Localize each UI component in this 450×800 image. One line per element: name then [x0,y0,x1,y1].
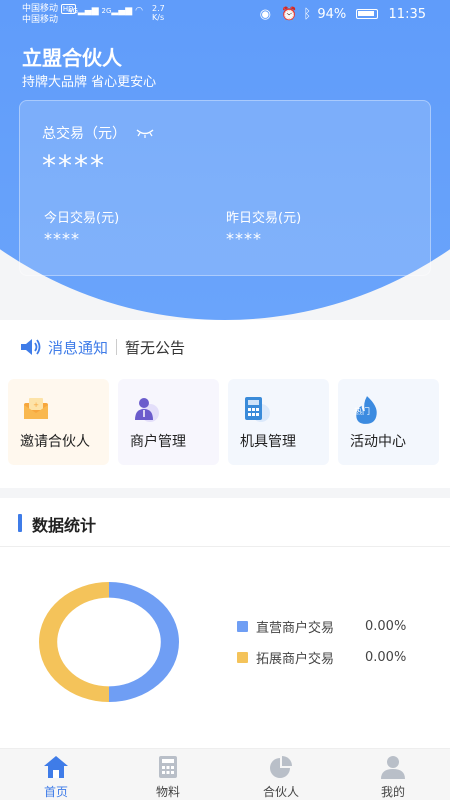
wifi-icon: ◠ [135,6,143,16]
net-speed: 2.7 K/s [152,4,165,22]
signal-icons: 4G▂▄▆ 2G▂▄▆ ◠ [68,6,143,16]
tab-partners[interactable]: 合伙人 [225,749,337,800]
legend-item-direct: 直营商户交易 0.00% [237,617,406,636]
section-title: 数据统计 [32,516,97,535]
total-label: 总交易（元） [42,126,126,142]
notice-label: 消息通知 [48,338,109,357]
eye-closed-icon[interactable] [136,127,154,141]
bottom-tab-bar: 首页 物料 合伙人 我的 [0,748,450,800]
tab-materials[interactable]: 物料 [112,749,224,800]
section-divider [0,546,450,547]
notice-bar[interactable]: 消息通知 暂无公告 [20,337,185,357]
tab-label-materials: 物料 [155,785,180,799]
invite-envelope-icon: + [24,398,48,419]
today-value: **** [44,229,80,248]
status-bar: 中国移动 HD 中国移动 4G▂▄▆ 2G▂▄▆ ◠ 2.7 K/s ◉ ⏰ ᛒ… [0,0,450,30]
tab-label-home: 首页 [43,785,68,799]
activity-center-button[interactable]: 热门 活动中心 [338,379,439,465]
total-label-row: 总交易（元） [42,123,154,143]
legend-swatch-expand [237,652,248,663]
alarm-icon: ⏰ [281,7,298,22]
donut-slice-1 [39,582,109,702]
quick-label-activity: 活动中心 [350,434,406,450]
yesterday-value: **** [226,229,262,248]
invite-partner-button[interactable]: + 邀请合伙人 [8,379,109,465]
app-subtitle: 持牌大品牌 省心更安心 [22,75,157,90]
today-label: 今日交易(元) [44,211,120,226]
pos-calculator-icon [245,397,270,422]
signal-icon-2: ▂▄▆ [111,6,133,16]
network-1: 4G [68,7,78,15]
svg-text:+: + [33,401,39,409]
network-2: 2G [101,7,112,15]
speed-value: 2.7 [152,4,165,13]
pie-chart-icon [270,756,292,778]
battery-percent: 94% [317,7,347,22]
quick-label-invite: 邀请合伙人 [20,434,90,450]
device-manage-button[interactable]: 机具管理 [228,379,329,465]
merchant-manage-button[interactable]: 商户管理 [118,379,219,465]
calculator-icon [159,756,177,778]
battery-icon [356,9,379,19]
status-right: ◉ ⏰ ᛒ 94% 11:35 [254,7,426,22]
stats-card: 总交易（元） **** 今日交易(元) **** 昨日交易(元) **** [19,100,431,276]
yesterday-label: 昨日交易(元) [226,211,302,226]
quick-label-merchant: 商户管理 [130,434,186,450]
app-title: 立盟合伙人 [22,46,122,70]
notice-divider [116,339,118,355]
tab-label-mine: 我的 [380,785,405,799]
clock: 11:35 [388,7,426,22]
donut-chart [39,582,179,702]
tab-label-partners: 合伙人 [262,785,299,799]
legend-swatch-direct [237,621,248,632]
carrier-1: 中国移动 [22,4,59,14]
merchant-person-icon [135,398,159,422]
legend-value-direct: 0.00% [365,619,407,634]
carrier-2: 中国移动 [22,15,59,25]
bluetooth-icon: ᛒ [303,7,312,22]
quick-label-device: 机具管理 [240,434,296,450]
signal-icon: ▂▄▆ [77,6,99,16]
legend-value-expand: 0.00% [365,650,407,665]
notice-text: 暂无公告 [125,338,186,357]
legend-item-expand: 拓展商户交易 0.00% [237,648,406,667]
donut-slice-0 [109,582,179,702]
legend-label-expand: 拓展商户交易 [256,652,335,667]
section-accent-bar [18,514,22,532]
legend-label-direct: 直营商户交易 [256,621,335,636]
user-icon [381,756,405,779]
data-statistics-section: 数据统计 直营商户交易 0.00% 拓展商户交易 0.00% [0,498,450,748]
eye-icon: ◉ [259,7,271,22]
home-icon [44,756,68,778]
speaker-icon [21,339,41,355]
hot-badge: 热门 [354,407,370,416]
tab-home[interactable]: 首页 [0,749,112,800]
total-value: **** [42,149,106,182]
tab-mine[interactable]: 我的 [337,749,449,800]
speed-unit: K/s [152,13,165,22]
